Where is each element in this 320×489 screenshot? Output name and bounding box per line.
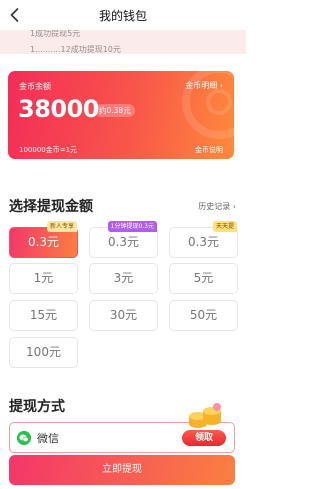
balance-label: 金币余额 xyxy=(19,82,51,91)
chevron-right-icon: › xyxy=(219,81,223,90)
one-minute-tag: 1分钟提现0.3元 xyxy=(107,221,157,232)
amount-option[interactable]: 50元 xyxy=(169,300,238,331)
balance-value: 38000 xyxy=(18,95,100,123)
amount-option[interactable]: 100元 xyxy=(9,337,78,368)
balance-card: 金币余额 金币明细 › 38000 约0.38元 100000金币=1元 金币说… xyxy=(8,71,234,159)
amount-option[interactable]: 15元 xyxy=(9,300,78,331)
newbie-tag: 新人专享 xyxy=(46,221,77,232)
ticker-line: 1成功提现5元 xyxy=(30,30,81,38)
chevron-right-icon: › xyxy=(232,202,236,211)
page-title: 我的钱包 xyxy=(98,9,147,23)
amount-label: 30元 xyxy=(109,308,138,322)
history-link[interactable]: 历史记录 › xyxy=(198,201,236,212)
wechat-label: 微信 xyxy=(37,432,59,445)
balance-approx-badge: 约0.38元 xyxy=(95,104,135,117)
amount-label: 50元 xyxy=(189,308,218,322)
amount-label: 0.3元 xyxy=(187,235,220,249)
coin-explain-link[interactable]: 金币说明 xyxy=(195,145,223,155)
coin-stack-icon xyxy=(189,403,221,428)
amount-label: 100元 xyxy=(26,345,61,359)
amount-option[interactable]: 0.3元 天天提 xyxy=(169,221,238,258)
claim-button[interactable]: 领取 xyxy=(182,430,226,446)
withdraw-ticker: 1成功提现5元 1..........12成功提现10元 xyxy=(0,30,246,54)
withdraw-amount-title: 选择提现金额 xyxy=(9,199,93,215)
withdraw-submit-button[interactable]: 立即提现 xyxy=(9,455,235,485)
amount-label: 0.3元 xyxy=(107,235,140,249)
history-label: 历史记录 xyxy=(198,202,231,211)
amount-label: 0.3元 xyxy=(27,235,60,249)
exchange-rate: 100000金币=1元 xyxy=(19,146,78,154)
amount-label: 1元 xyxy=(33,271,54,285)
amount-option[interactable]: 1元 xyxy=(9,263,78,294)
amount-option[interactable]: 3元 xyxy=(89,263,158,294)
amount-label: 3元 xyxy=(113,271,134,285)
gift-widget[interactable]: 领取 xyxy=(180,400,230,448)
amount-label: 5元 xyxy=(193,271,214,285)
amount-grid: 0.3元 新人专享 0.3元 1分钟提现0.3元 0.3元 天天提 1元 3元 … xyxy=(9,221,238,372)
coin-decoration xyxy=(206,89,232,115)
ticker-line: 1..........12成功提现10元 xyxy=(30,45,121,54)
amount-option[interactable]: 5元 xyxy=(169,263,238,294)
amount-option[interactable]: 0.3元 新人专享 xyxy=(9,221,78,258)
amount-label: 15元 xyxy=(29,308,58,322)
wechat-icon xyxy=(17,431,31,445)
coin-detail-link[interactable]: 金币明细 › xyxy=(185,80,223,91)
top-bar: 我的钱包 xyxy=(0,0,246,30)
daily-tag: 天天提 xyxy=(212,221,237,232)
amount-option[interactable]: 0.3元 1分钟提现0.3元 xyxy=(89,221,158,258)
amount-option[interactable]: 30元 xyxy=(89,300,158,331)
withdraw-method-title: 提现方式 xyxy=(9,399,65,415)
coin-detail-label: 金币明细 xyxy=(185,81,218,90)
